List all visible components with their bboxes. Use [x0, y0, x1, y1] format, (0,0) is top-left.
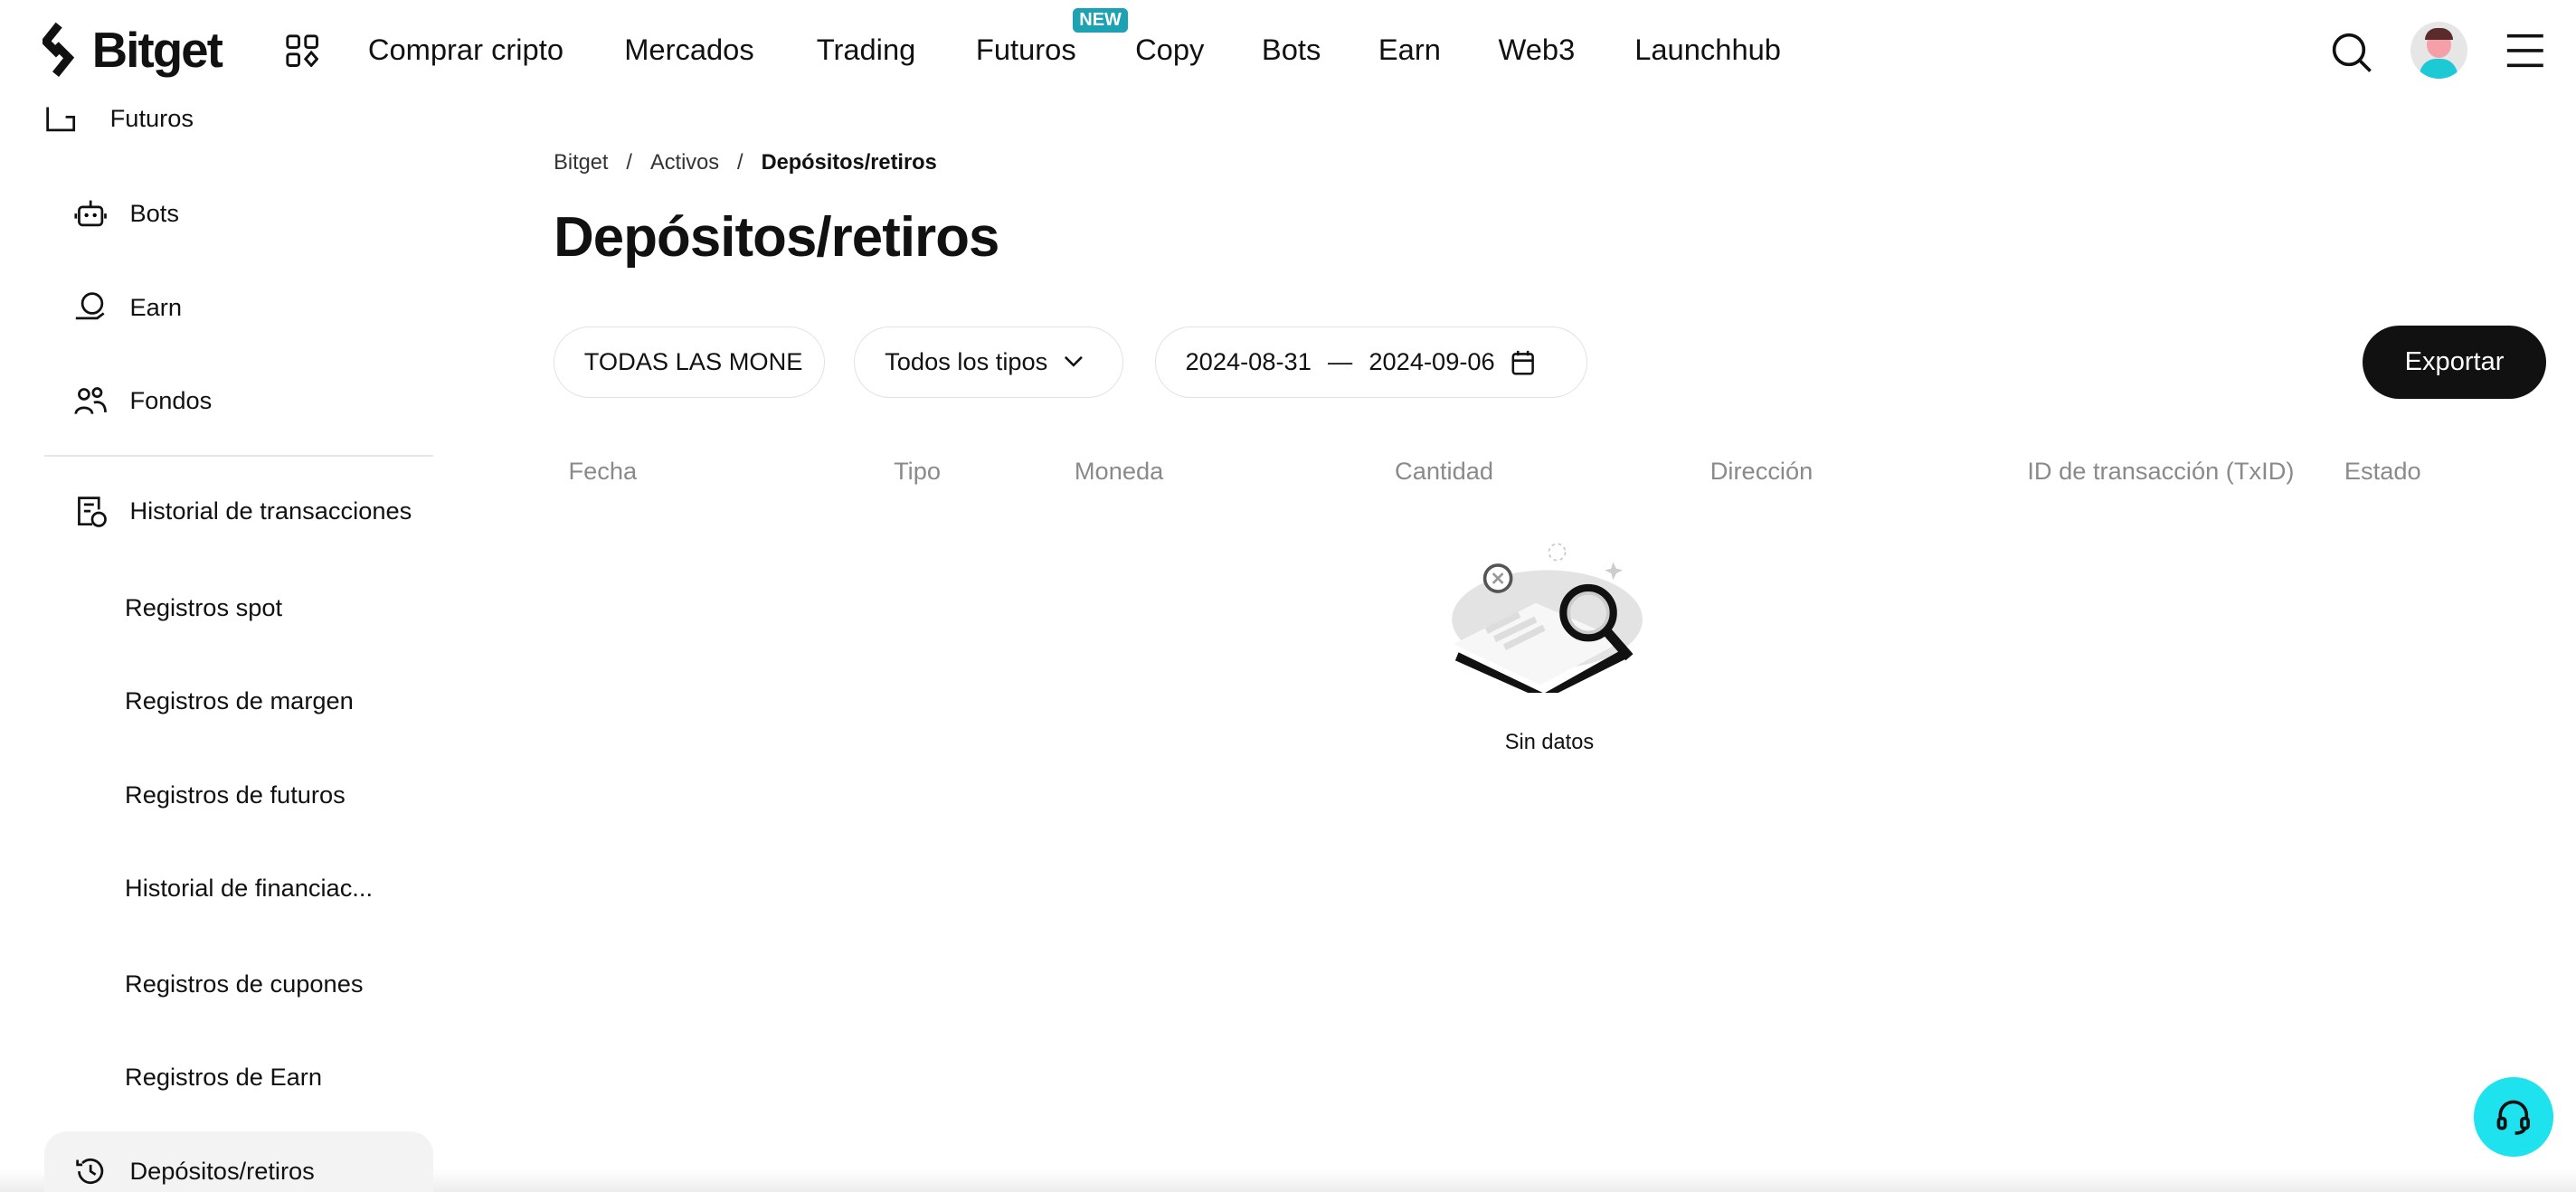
- nav-mercados[interactable]: Mercados: [624, 33, 754, 67]
- history-clock-icon: [75, 1158, 103, 1184]
- breadcrumb-bitget[interactable]: Bitget: [554, 151, 608, 175]
- nav-comprar-cripto[interactable]: Comprar cripto: [368, 33, 564, 67]
- history-document-icon: [77, 496, 107, 527]
- sidebar-subitem[interactable]: Registros de cupones: [125, 970, 363, 998]
- avatar[interactable]: [2410, 21, 2468, 80]
- breadcrumb: Bitget / Activos / Depósitos/retiros: [554, 151, 937, 175]
- coin-select-value: TODAS LAS MONE: [583, 347, 803, 376]
- sidebar-subitem[interactable]: Historial de financiac...: [125, 874, 373, 903]
- sidebar-section-historial[interactable]: Historial de transacciones: [74, 495, 412, 527]
- column-header-direccion: Dirección: [1709, 456, 1814, 485]
- column-header-moneda: Moneda: [1074, 456, 1164, 485]
- menu-icon[interactable]: [2505, 33, 2545, 69]
- nav-copy[interactable]: Copy: [1135, 33, 1204, 67]
- date-range-picker[interactable]: 2024-08-31 — 2024-09-06: [1154, 326, 1587, 398]
- new-badge: NEW: [1073, 8, 1129, 33]
- calendar-icon: [1511, 350, 1534, 375]
- type-select-value: Todos los tipos: [885, 347, 1048, 376]
- nav-futuros[interactable]: Futuros: [976, 33, 1076, 67]
- sidebar-label: Depósitos/retiros: [129, 1157, 315, 1185]
- chevron-down-icon: [1065, 356, 1084, 367]
- support-chat-button[interactable]: [2474, 1077, 2553, 1157]
- bitget-logo[interactable]: Bitget: [43, 22, 223, 79]
- type-select[interactable]: Todos los tipos: [854, 326, 1124, 398]
- bitget-logo-icon: [43, 23, 75, 78]
- date-end[interactable]: 2024-09-06: [1368, 347, 1494, 376]
- sidebar-label: Bots: [129, 199, 179, 228]
- users-icon: [74, 387, 107, 415]
- nav-launchhub[interactable]: Launchhub: [1634, 33, 1781, 67]
- sidebar-subitem[interactable]: Registros spot: [125, 593, 282, 622]
- sidebar-item-depositos-retiros[interactable]: Depósitos/retiros: [74, 1155, 315, 1187]
- nav-earn[interactable]: Earn: [1378, 33, 1441, 67]
- sidebar-label: Fondos: [129, 386, 213, 415]
- sidebar-label: Futuros: [109, 103, 194, 132]
- page-title: Depósitos/retiros: [554, 206, 999, 270]
- nav-trading[interactable]: Trading: [817, 33, 916, 67]
- sidebar-subitem[interactable]: Registros de Earn: [125, 1063, 322, 1092]
- column-header-cantidad: Cantidad: [1395, 456, 1494, 485]
- date-start[interactable]: 2024-08-31: [1186, 347, 1312, 376]
- export-button[interactable]: Exportar: [2362, 325, 2547, 400]
- sidebar-label: Historial de transacciones: [129, 496, 412, 525]
- sidebar-divider: [44, 455, 434, 457]
- sidebar-item-futuros[interactable]: Futuros: [44, 102, 194, 135]
- column-header-txid: ID de transacción (TxID): [2027, 456, 2295, 485]
- futures-icon: [46, 107, 76, 131]
- column-header-estado: Estado: [2344, 456, 2421, 485]
- column-header-fecha: Fecha: [568, 456, 638, 485]
- earn-icon: [75, 292, 105, 320]
- breadcrumb-current: Depósitos/retiros: [761, 151, 937, 175]
- sidebar-subitem[interactable]: Registros de margen: [125, 686, 354, 715]
- sidebar-label: Earn: [129, 292, 182, 321]
- nav-web3[interactable]: Web3: [1498, 33, 1575, 67]
- brand-name: Bitget: [91, 22, 223, 78]
- empty-state-text: Sin datos: [1504, 731, 1595, 755]
- top-nav: Bitget Comprar cripto Mercados Trading F…: [0, 0, 2576, 102]
- column-header-tipo: Tipo: [894, 456, 942, 485]
- date-separator: —: [1328, 347, 1353, 376]
- sidebar-item-fondos[interactable]: Fondos: [74, 384, 213, 417]
- apps-grid-icon[interactable]: [286, 34, 319, 68]
- headset-icon: [2496, 1100, 2531, 1136]
- nav-bots[interactable]: Bots: [1262, 33, 1321, 67]
- empty-state-illustration: [1452, 543, 1643, 694]
- search-icon[interactable]: [2331, 32, 2373, 74]
- sidebar-item-earn[interactable]: Earn: [74, 290, 182, 323]
- robot-icon: [74, 200, 107, 227]
- breadcrumb-activos[interactable]: Activos: [650, 151, 719, 175]
- breadcrumb-sep: /: [737, 151, 743, 175]
- sidebar-subitem[interactable]: Registros de futuros: [125, 780, 346, 809]
- coin-select[interactable]: TODAS LAS MONE: [554, 326, 825, 398]
- breadcrumb-sep: /: [626, 151, 632, 175]
- sidebar-item-bots[interactable]: Bots: [74, 197, 179, 230]
